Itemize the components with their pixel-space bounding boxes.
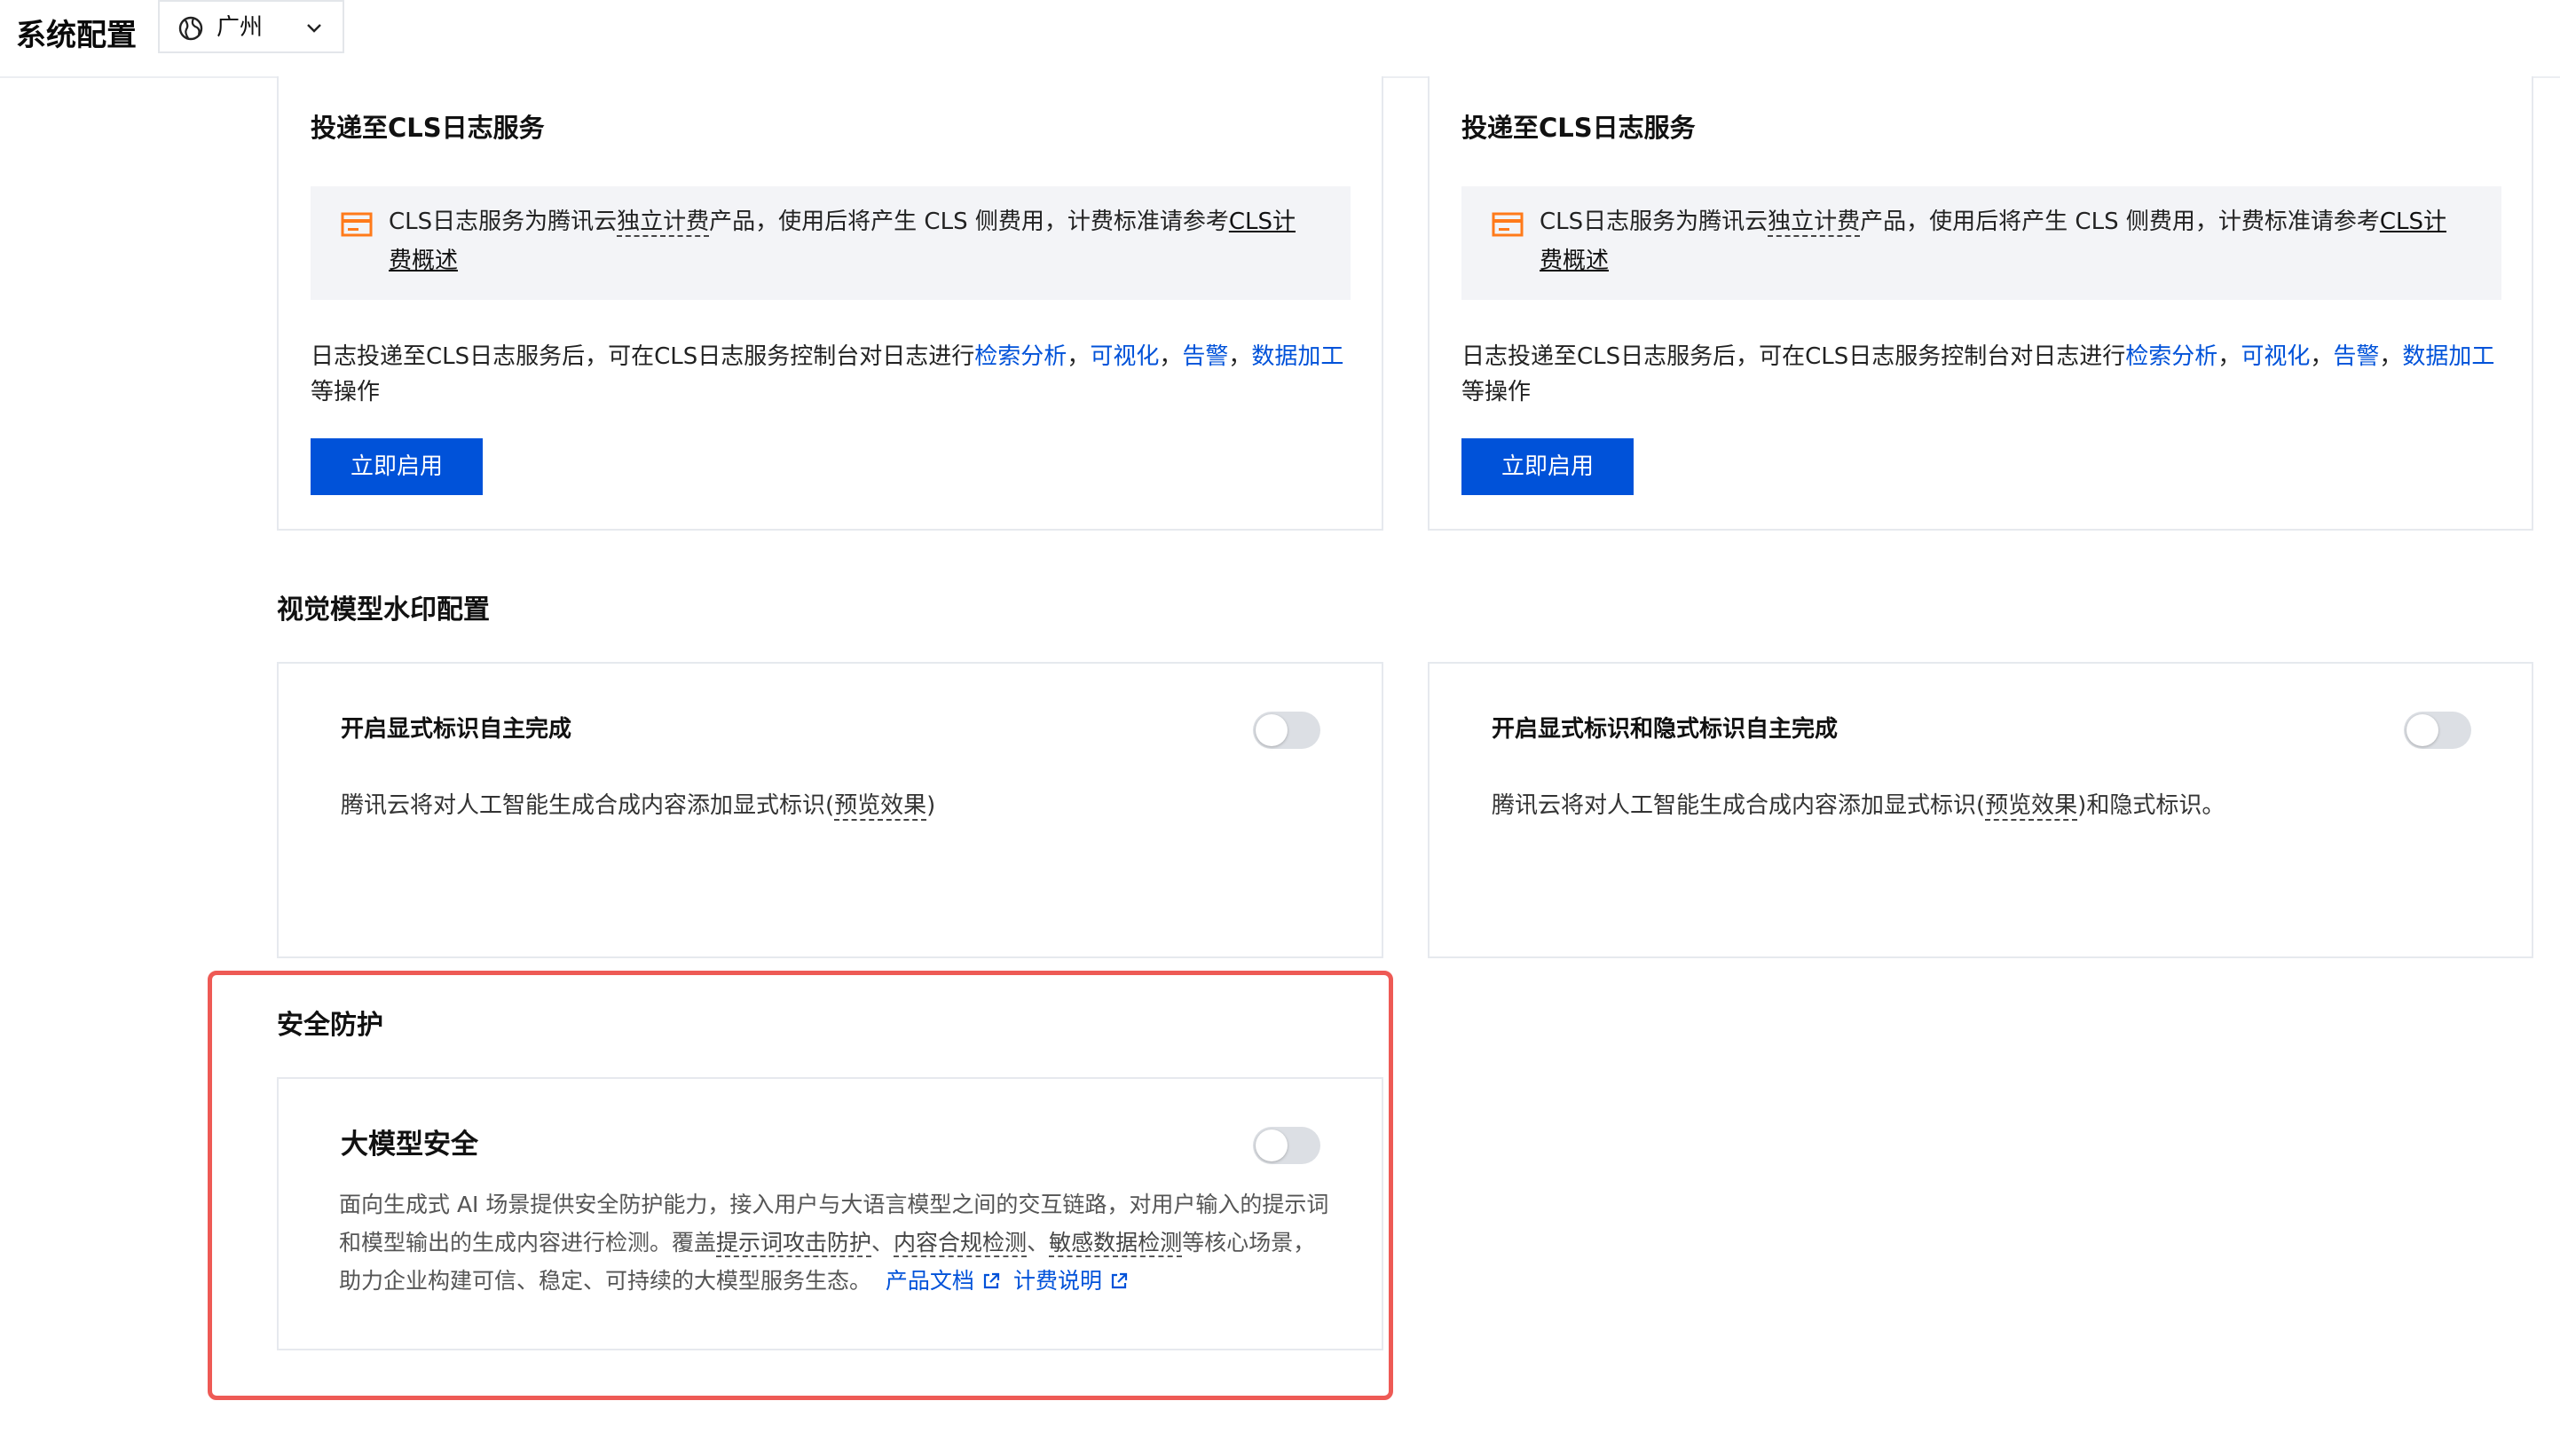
separator: ， — [1159, 343, 1183, 370]
cls-card-title: 投递至CLS日志服务 — [1461, 113, 1696, 143]
security-section-title: 安全防护 — [277, 1010, 383, 1041]
notice-text: 产品，使用后将产生 CLS 侧费用，计费标准请参考 — [709, 209, 1229, 235]
llm-security-description: 面向生成式 AI 场景提供安全防护能力，接入用户与大语言模型之间的交互链路，对用… — [339, 1185, 1333, 1300]
feature-prompt-attack[interactable]: 提示词攻击防护 — [716, 1230, 872, 1257]
link-search-analysis[interactable]: 检索分析 — [974, 343, 1067, 370]
desc-text: 腾讯云将对人工智能生成合成内容添加显式标识( — [1492, 792, 1986, 819]
watermark-section-title: 视觉模型水印配置 — [277, 594, 490, 626]
desc-text: )和隐式标识。 — [2077, 792, 2225, 819]
cls-description: 日志投递至CLS日志服务后，可在CLS日志服务控制台对日志进行检索分析，可视化，… — [311, 339, 1358, 410]
cls-description: 日志投递至CLS日志服务后，可在CLS日志服务控制台对日志进行检索分析，可视化，… — [1461, 339, 2509, 410]
option-title: 开启显式标识自主完成 — [341, 716, 572, 743]
globe-icon — [178, 16, 203, 41]
desc-text: 等操作 — [311, 379, 381, 405]
link-visualization[interactable]: 可视化 — [2241, 343, 2310, 370]
separator: ， — [1067, 343, 1091, 370]
option-title: 开启显式标识和隐式标识自主完成 — [1492, 716, 1839, 743]
llm-security-title: 大模型安全 — [341, 1129, 478, 1161]
separator: ， — [2217, 343, 2241, 370]
billing-info-link[interactable]: 计费说明 — [1013, 1268, 1102, 1294]
notice-text: 产品，使用后将产生 CLS 侧费用，计费标准请参考 — [1860, 209, 2380, 235]
watermark-card-explicit-implicit: 开启显式标识和隐式标识自主完成 腾讯云将对人工智能生成合成内容添加显式标识(预览… — [1428, 662, 2533, 958]
llm-security-toggle[interactable] — [1253, 1127, 1320, 1164]
feature-sensitive-data[interactable]: 敏感数据检测 — [1049, 1230, 1183, 1257]
toggle-knob — [1256, 1129, 1288, 1161]
separator: ， — [1228, 343, 1252, 370]
link-alarm[interactable]: 告警 — [2333, 343, 2379, 370]
billing-term[interactable]: 独立计费 — [617, 209, 710, 237]
cls-notice: CLS日志服务为腾讯云独立计费产品，使用后将产生 CLS 侧费用，计费标准请参考… — [1461, 186, 2501, 300]
preview-effect-link[interactable]: 预览效果 — [834, 792, 927, 821]
region-select-value: 广州 — [217, 14, 264, 41]
billing-term[interactable]: 独立计费 — [1768, 209, 1861, 237]
billing-notice-icon — [341, 212, 373, 237]
desc-text: 日志投递至CLS日志服务后，可在CLS日志服务控制台对日志进行 — [311, 343, 975, 370]
separator: ， — [2379, 343, 2403, 370]
cls-card-2: 投递至CLS日志服务 CLS日志服务为腾讯云独立计费产品，使用后将产生 CLS … — [1428, 76, 2533, 531]
cls-card-title: 投递至CLS日志服务 — [311, 113, 545, 143]
separator: 、 — [1027, 1230, 1050, 1255]
explicit-implicit-watermark-toggle[interactable] — [2404, 712, 2471, 749]
external-link-icon — [983, 1272, 1000, 1289]
link-alarm[interactable]: 告警 — [1182, 343, 1228, 370]
cls-notice: CLS日志服务为腾讯云独立计费产品，使用后将产生 CLS 侧费用，计费标准请参考… — [311, 186, 1351, 300]
cls-card-1: 投递至CLS日志服务 CLS日志服务为腾讯云独立计费产品，使用后将产生 CLS … — [277, 76, 1383, 531]
notice-text: CLS日志服务为腾讯云 — [1540, 209, 1768, 235]
desc-text: 日志投递至CLS日志服务后，可在CLS日志服务控制台对日志进行 — [1461, 343, 2126, 370]
watermark-card-explicit: 开启显式标识自主完成 腾讯云将对人工智能生成合成内容添加显式标识(预览效果) — [277, 662, 1383, 958]
option-description: 腾讯云将对人工智能生成合成内容添加显式标识(预览效果)和隐式标识。 — [1492, 788, 2225, 823]
product-docs-link[interactable]: 产品文档 — [886, 1268, 974, 1294]
notice-text: CLS日志服务为腾讯云 — [389, 209, 618, 235]
separator: ， — [2310, 343, 2334, 370]
link-search-analysis[interactable]: 检索分析 — [2125, 343, 2217, 370]
enable-now-button[interactable]: 立即启用 — [311, 438, 483, 495]
region-select[interactable]: 广州 — [158, 0, 344, 53]
desc-text: ) — [926, 792, 936, 819]
preview-effect-link[interactable]: 预览效果 — [1985, 792, 2078, 821]
link-data-processing[interactable]: 数据加工 — [2402, 343, 2494, 370]
desc-text: 腾讯云将对人工智能生成合成内容添加显式标识( — [341, 792, 835, 819]
option-description: 腾讯云将对人工智能生成合成内容添加显式标识(预览效果) — [341, 788, 935, 823]
explicit-watermark-toggle[interactable] — [1253, 712, 1320, 749]
link-visualization[interactable]: 可视化 — [1090, 343, 1159, 370]
desc-text: 等操作 — [1461, 379, 1532, 405]
link-data-processing[interactable]: 数据加工 — [1251, 343, 1343, 370]
page-title: 系统配置 — [16, 18, 137, 53]
separator: 、 — [871, 1230, 894, 1255]
chevron-down-icon — [307, 24, 321, 33]
toggle-knob — [1256, 714, 1288, 746]
billing-notice-icon — [1492, 212, 1524, 237]
enable-now-button[interactable]: 立即启用 — [1461, 438, 1634, 495]
toggle-knob — [2406, 714, 2438, 746]
external-link-icon — [1111, 1272, 1128, 1289]
feature-content-compliance[interactable]: 内容合规检测 — [894, 1230, 1028, 1257]
page-header: 系统配置 广州 — [0, 0, 2560, 78]
